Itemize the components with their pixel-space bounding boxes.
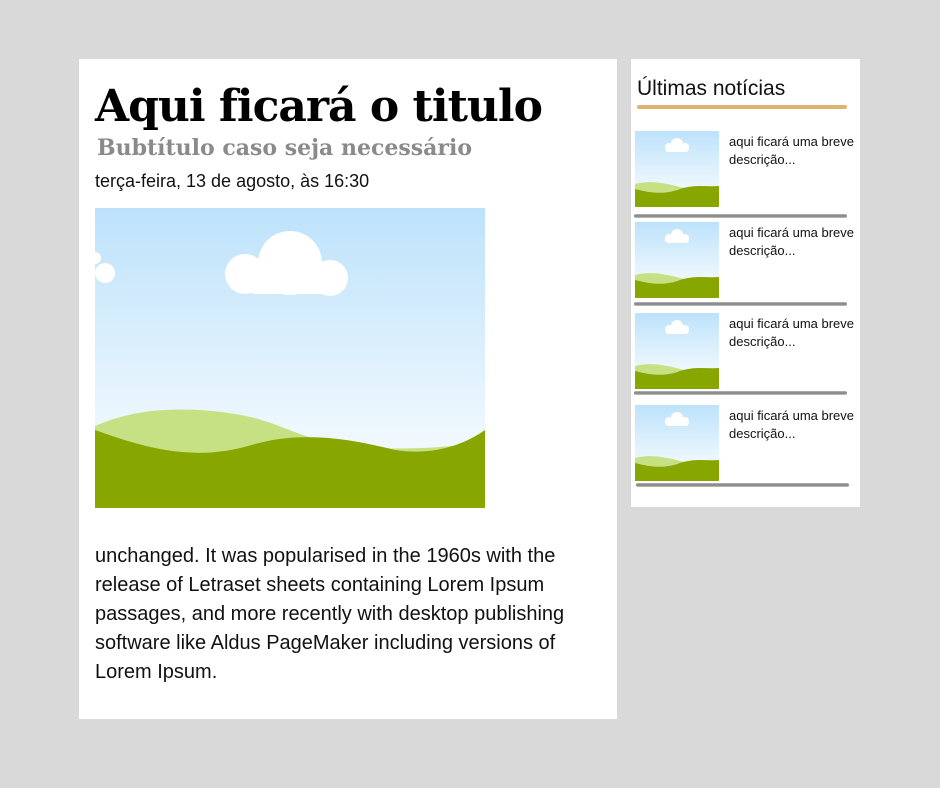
news-item-divider — [634, 302, 847, 306]
article-body: unchanged. It was popularised in the 196… — [95, 545, 565, 683]
landscape-placeholder-icon — [635, 222, 719, 298]
landscape-placeholder-icon — [635, 405, 719, 481]
news-item[interactable]: aqui ficará uma breve descrição... — [635, 222, 857, 302]
news-item[interactable]: aqui ficará uma breve descrição... — [635, 131, 857, 211]
news-item[interactable]: aqui ficará uma breve descrição... — [635, 405, 857, 485]
latest-news-sidebar: Últimas notícias aqui ficará uma breve d… — [631, 59, 860, 507]
article-subtitle: Bubtítulo caso seja necessário — [97, 135, 472, 161]
sidebar-title-underline — [637, 105, 847, 109]
landscape-placeholder-icon — [635, 131, 719, 207]
article-date: terça-feira, 13 de agosto, às 16:30 — [95, 171, 370, 191]
news-item[interactable]: aqui ficará uma breve descrição... — [635, 313, 857, 393]
news-item-divider — [636, 483, 849, 487]
news-item-divider — [634, 391, 847, 395]
news-item-divider — [634, 214, 847, 218]
news-item-description: aqui ficará uma breve descrição... — [729, 225, 855, 258]
news-item-description: aqui ficará uma breve descrição... — [729, 316, 855, 349]
landscape-placeholder-icon — [95, 208, 485, 508]
article-title: Aqui ficará o titulo — [95, 81, 543, 132]
news-item-description: aqui ficará uma breve descrição... — [729, 408, 855, 441]
news-item-description: aqui ficará uma breve descrição... — [729, 134, 855, 167]
landscape-placeholder-icon — [635, 313, 719, 389]
sidebar-title: Últimas notícias — [637, 77, 786, 100]
article-card: Aqui ficará o titulo Bubtítulo caso seja… — [79, 59, 617, 719]
